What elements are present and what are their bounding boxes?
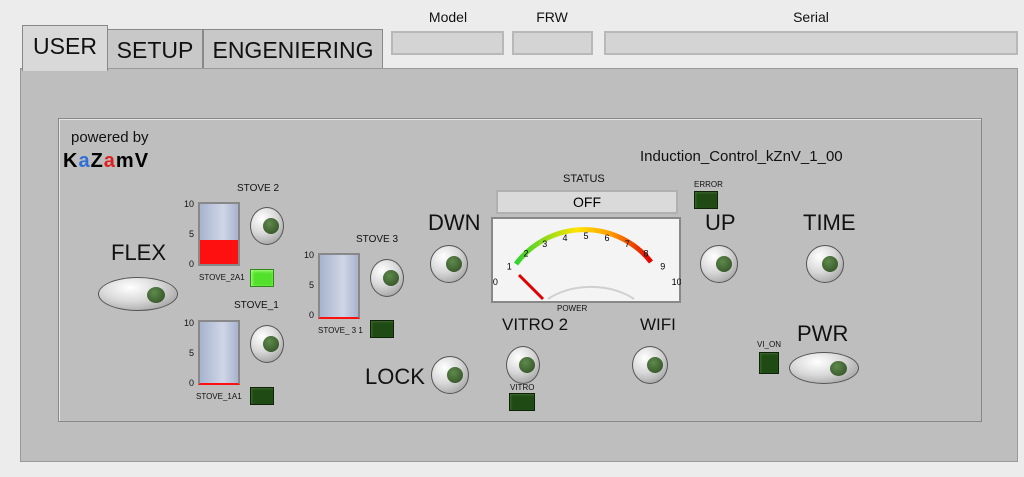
tab-setup[interactable]: SETUP — [107, 29, 203, 69]
stove3-tick-5: 5 — [308, 280, 314, 290]
stove2a-led — [250, 269, 274, 287]
wifi-label: WIFI — [640, 315, 676, 334]
stove1-button[interactable] — [250, 325, 284, 363]
model-field — [391, 31, 504, 55]
stove1-led-icon — [263, 336, 279, 352]
logo-letter: a — [103, 150, 116, 172]
stove1-tick-5: 5 — [188, 348, 194, 358]
stove2-tick-0: 0 — [188, 259, 194, 269]
gauge-tick-label: 10 — [672, 277, 681, 287]
vi-on-led — [759, 352, 779, 374]
kazamv-logo: KaZamV — [63, 150, 149, 173]
stove2-tick-5: 5 — [188, 229, 194, 239]
logo-letter: K — [63, 150, 79, 172]
pwr-led-icon — [830, 361, 847, 376]
stove3-led-icon — [383, 270, 399, 286]
gauge-tick-label: 5 — [583, 231, 588, 241]
pwr-label: PWR — [797, 321, 849, 346]
power-gauge: 01 2 3 4 5 6 7 8 9 10 — [491, 217, 681, 303]
stove1a-led-label: STOVE_1A1 — [196, 392, 242, 401]
logo-letter: a — [78, 150, 91, 172]
stove1a-led — [250, 387, 274, 405]
stove1-label: STOVE_1 — [234, 300, 279, 311]
serial-label: Serial — [793, 9, 829, 25]
error-led-label: ERROR — [694, 180, 723, 189]
stove2a-led-label: STOVE_2A1 — [199, 273, 245, 282]
lock-label: LOCK — [365, 364, 425, 389]
stove2-tank — [198, 202, 240, 266]
wifi-button[interactable] — [632, 346, 668, 384]
wifi-led-icon — [647, 357, 663, 373]
tab-user[interactable]: USER — [22, 25, 108, 71]
status-label: STATUS — [563, 173, 605, 185]
up-button[interactable] — [700, 245, 738, 283]
time-led-icon — [822, 256, 838, 272]
stove2-label: STOVE 2 — [237, 183, 280, 194]
serial-field — [604, 31, 1018, 55]
model-label: Model — [428, 9, 468, 25]
stove1-tank — [198, 320, 240, 385]
time-button[interactable] — [806, 245, 844, 283]
pwr-button[interactable] — [789, 352, 859, 384]
up-led-icon — [716, 256, 732, 272]
stove3-tick-10: 10 — [303, 250, 314, 260]
logo-letter: Z — [90, 150, 104, 172]
stove2-tick-10: 10 — [183, 199, 194, 209]
vitro2-led-icon — [519, 357, 535, 373]
gauge-tick-label: 3 — [542, 239, 547, 249]
gauge-tick-label: 4 — [562, 233, 567, 243]
dwn-button[interactable] — [430, 245, 468, 283]
stove1-tick-10: 10 — [183, 318, 194, 328]
stove1-tick-0: 0 — [188, 378, 194, 388]
flex-button[interactable] — [98, 277, 178, 311]
stove3-led — [370, 320, 394, 338]
gauge-tick-label: 0 — [493, 277, 498, 287]
gauge-tick-label: 7 — [625, 239, 630, 249]
lock-led-icon — [447, 367, 463, 383]
stove2-tank-fill — [200, 240, 238, 264]
frw-label: FRW — [536, 9, 568, 25]
frw-field — [512, 31, 593, 55]
stove3-label: STOVE 3 — [356, 234, 399, 245]
stove3-tank — [318, 253, 360, 319]
error-led — [694, 191, 718, 209]
flex-led-icon — [147, 287, 165, 303]
gauge-tick-label: 1 — [507, 261, 512, 271]
power-label: POWER — [557, 304, 588, 313]
status-display: OFF — [496, 190, 678, 214]
dwn-led-icon — [446, 256, 462, 272]
stove2-button[interactable] — [250, 207, 284, 245]
powered-by-label: powered by — [71, 129, 149, 146]
lock-button[interactable] — [431, 356, 469, 394]
vitro-led — [509, 393, 535, 411]
time-label: TIME — [803, 210, 856, 235]
vi-on-led-label: VI_ON — [757, 340, 782, 349]
gauge-tick-label: 6 — [604, 233, 609, 243]
flex-label: FLEX — [111, 240, 167, 265]
dwn-label: DWN — [428, 210, 481, 235]
stove3-button[interactable] — [370, 259, 404, 297]
vitro2-button[interactable] — [506, 346, 540, 384]
stove3-led-label: STOVE_ 3 1 — [318, 326, 363, 335]
logo-letter: V — [134, 150, 150, 172]
up-label: UP — [705, 210, 736, 235]
logo-letter: m — [115, 150, 135, 172]
vitro-led-label: VITRO — [510, 383, 535, 392]
gauge-tick-label: 9 — [660, 261, 665, 271]
stove2-led-icon — [263, 218, 279, 234]
vitro2-label: VITRO 2 — [502, 315, 569, 334]
app-title: Induction_Control_kZnV_1_00 — [640, 148, 843, 165]
gauge-tick-label: 2 — [523, 248, 528, 258]
tab-engeniering[interactable]: ENGENIERING — [203, 29, 383, 69]
gauge-tick-label: 8 — [643, 248, 648, 258]
stove3-tick-0: 0 — [308, 310, 314, 320]
